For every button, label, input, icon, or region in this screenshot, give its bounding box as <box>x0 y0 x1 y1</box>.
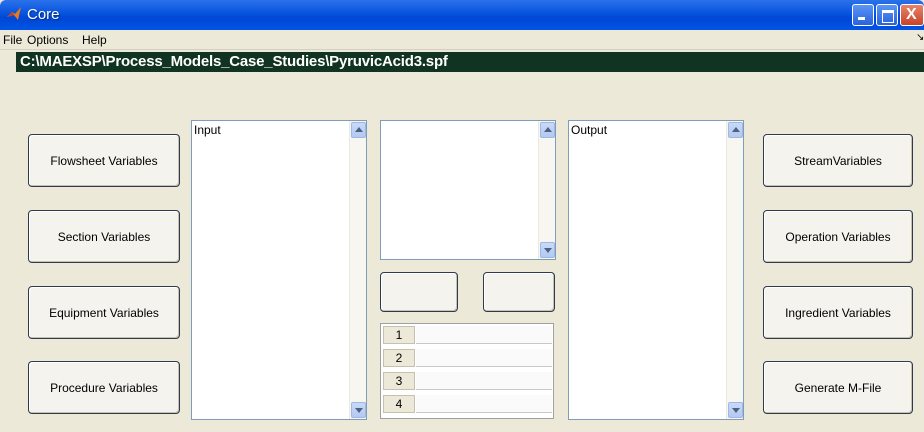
operation-variables-button[interactable]: Operation Variables <box>763 210 913 263</box>
maximize-icon[interactable] <box>876 4 898 26</box>
table-cell[interactable] <box>416 372 552 390</box>
menu-help[interactable]: Help <box>82 33 107 47</box>
output-listbox[interactable]: Output <box>568 120 744 420</box>
close-glyph: X <box>906 6 917 23</box>
flowsheet-variables-button[interactable]: Flowsheet Variables <box>28 134 180 187</box>
middle-scrollbar[interactable] <box>538 121 555 259</box>
stream-variables-button[interactable]: StreamVariables <box>763 134 913 187</box>
middle-listbox[interactable] <box>380 120 556 260</box>
scroll-up-icon[interactable] <box>540 122 555 138</box>
ingredient-variables-button[interactable]: Ingredient Variables <box>763 286 913 339</box>
scroll-up-icon[interactable] <box>728 122 743 138</box>
table-row[interactable]: 2 <box>381 349 553 367</box>
table-cell[interactable] <box>416 395 552 413</box>
file-path-bar: C:\MAEXSP\Process_Models_Case_Studies\Py… <box>16 52 924 72</box>
section-variables-button[interactable]: Section Variables <box>28 210 180 263</box>
menu-options[interactable]: Options <box>27 33 68 47</box>
output-label: Output <box>571 123 608 137</box>
row-number: 4 <box>383 395 415 413</box>
row-number: 3 <box>383 372 415 390</box>
row-number: 1 <box>383 326 415 344</box>
menu-bar: File Options Help ↘ <box>0 30 924 50</box>
window-title: Core <box>27 6 60 23</box>
toolbar-toggle-icon[interactable]: ↘ <box>916 32 924 43</box>
menu-file[interactable]: File <box>3 33 22 47</box>
file-path-text: C:\MAEXSP\Process_Models_Case_Studies\Py… <box>20 53 448 70</box>
output-scrollbar[interactable] <box>726 121 743 419</box>
generate-m-file-button[interactable]: Generate M-File <box>763 361 913 414</box>
scroll-down-icon[interactable] <box>540 242 555 258</box>
close-icon[interactable]: X <box>900 4 924 26</box>
table-row[interactable]: 4 <box>381 395 553 413</box>
minimize-icon[interactable] <box>852 4 874 26</box>
input-listbox[interactable]: Input <box>191 120 367 420</box>
scroll-down-icon[interactable] <box>351 402 366 418</box>
title-bar[interactable]: Core X <box>0 0 924 30</box>
scroll-down-icon[interactable] <box>728 402 743 418</box>
matlab-logo-icon <box>7 7 21 20</box>
input-scrollbar[interactable] <box>349 121 366 419</box>
table-row[interactable]: 1 <box>381 326 553 344</box>
scroll-up-icon[interactable] <box>351 122 366 138</box>
index-table[interactable]: 1 2 3 4 <box>380 323 554 419</box>
table-row[interactable]: 3 <box>381 372 553 390</box>
input-label: Input <box>194 123 221 137</box>
add-button[interactable] <box>380 272 458 312</box>
equipment-variables-button[interactable]: Equipment Variables <box>28 286 180 339</box>
table-cell[interactable] <box>416 349 552 367</box>
procedure-variables-button[interactable]: Procedure Variables <box>28 361 180 414</box>
row-number: 2 <box>383 349 415 367</box>
table-cell[interactable] <box>416 326 552 344</box>
remove-button[interactable] <box>483 272 555 312</box>
